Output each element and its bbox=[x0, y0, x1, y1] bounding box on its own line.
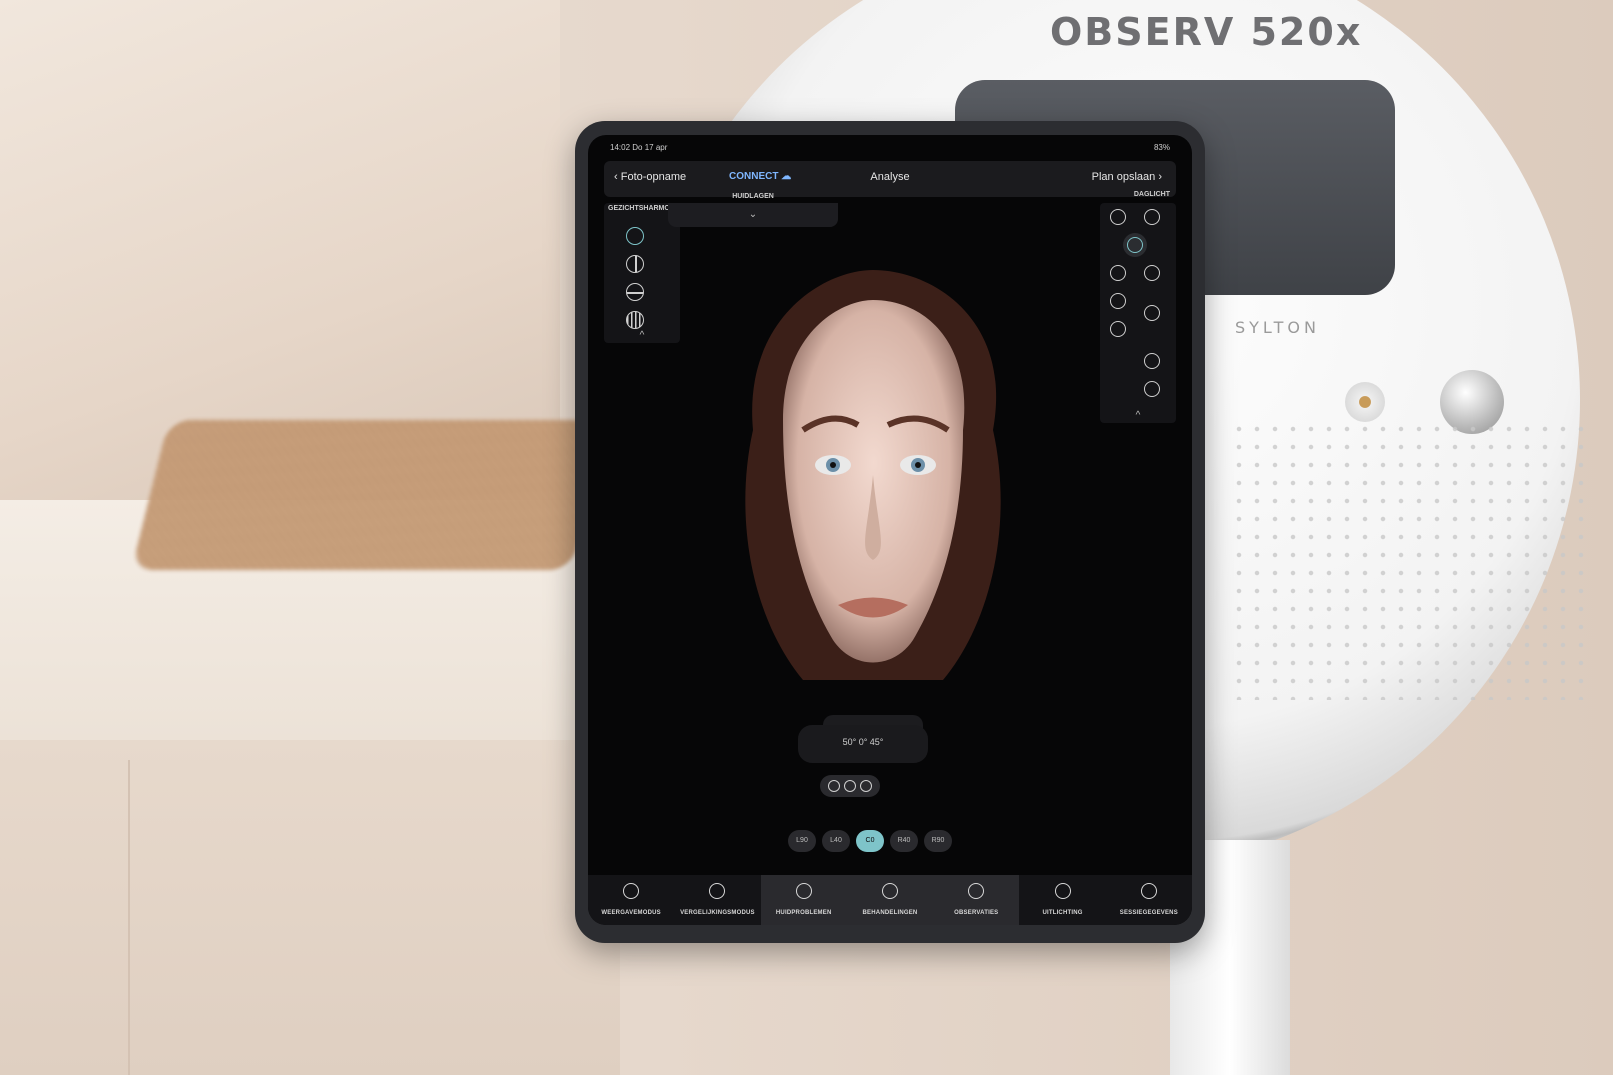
bottom-nav: WEERGAVEMODUS VERGELIJKINGSMODUS HUIDPRO… bbox=[588, 875, 1192, 925]
left-tool-icons bbox=[626, 227, 644, 329]
circle-horizontal-icon[interactable] bbox=[626, 283, 644, 301]
circle-stripes-icon[interactable] bbox=[626, 311, 644, 329]
top-bar: ‹ Foto-opname CONNECT ☁ Analyse Plan ops… bbox=[604, 161, 1176, 197]
tablet-screen: 14:02 Do 17 apr 83% ‹ Foto-opname CONNEC… bbox=[588, 135, 1192, 925]
back-button[interactable]: ‹ Foto-opname bbox=[614, 171, 686, 183]
nav-uitlichting[interactable]: UITLICHTING bbox=[1019, 875, 1105, 925]
status-battery: 83% bbox=[1153, 143, 1170, 152]
light-mode-icon-2[interactable] bbox=[1144, 209, 1160, 225]
nav-weergavemodus[interactable]: WEERGAVEMODUS bbox=[588, 875, 674, 925]
position-l40[interactable]: L40 bbox=[822, 830, 850, 852]
device-speaker-dots bbox=[1230, 420, 1590, 700]
angle-values: 50° 0° 45° bbox=[842, 737, 884, 747]
folded-towel bbox=[131, 420, 609, 570]
position-c0[interactable]: C0 bbox=[856, 830, 884, 852]
angle-selector[interactable]: 50° 0° 45° bbox=[798, 725, 928, 763]
connect-label: CONNECT bbox=[729, 171, 779, 182]
collapse-left-panel-button[interactable]: ^ bbox=[604, 330, 680, 341]
sun-active-icon[interactable] bbox=[1127, 237, 1143, 253]
nav-observaties[interactable]: OBSERVATIES bbox=[933, 875, 1020, 925]
position-selector: L90 L40 C0 R40 R90 bbox=[788, 830, 952, 854]
camera-icon-2[interactable] bbox=[844, 780, 856, 792]
position-r40[interactable]: R40 bbox=[890, 830, 918, 852]
right-panel: DAGLICHT ^ bbox=[1100, 191, 1176, 423]
camera-icon-3[interactable] bbox=[860, 780, 872, 792]
treatments-icon bbox=[881, 883, 898, 899]
left-panel: GEZICHTSHARMONIE ^ bbox=[604, 203, 682, 343]
face-photo bbox=[693, 260, 1043, 740]
nav-huidproblemen[interactable]: HUIDPROBLEMEN bbox=[760, 875, 847, 925]
nav-vergelijkingsmodus[interactable]: VERGELIJKINGSMODUS bbox=[674, 875, 760, 925]
status-time: 14:02 Do 17 apr bbox=[610, 143, 668, 152]
cloud-icon: ☁ bbox=[781, 171, 792, 182]
session-data-icon bbox=[1140, 883, 1157, 899]
save-plan-button[interactable]: Plan opslaan › bbox=[1092, 171, 1162, 183]
device-brand: OBSERV 520x bbox=[1050, 10, 1363, 54]
light-mode-icon-6[interactable] bbox=[1144, 305, 1160, 321]
light-mode-icon-5[interactable] bbox=[1110, 293, 1126, 309]
light-mode-icon-8[interactable] bbox=[1144, 353, 1160, 369]
cabinet-divider bbox=[128, 760, 130, 1075]
connect-button[interactable]: CONNECT ☁ bbox=[729, 171, 791, 182]
page-title: Analyse bbox=[870, 171, 910, 183]
chevron-down-icon: ⌄ bbox=[748, 209, 758, 220]
position-l90[interactable]: L90 bbox=[788, 830, 816, 852]
cabinet bbox=[0, 740, 620, 1075]
right-panel-label: DAGLICHT bbox=[1133, 191, 1170, 198]
collapse-right-panel-button[interactable]: ^ bbox=[1100, 410, 1176, 421]
status-bar: 14:02 Do 17 apr 83% bbox=[610, 143, 1170, 157]
light-mode-icon-3[interactable] bbox=[1110, 265, 1126, 281]
chevron-right-icon: › bbox=[1158, 171, 1162, 183]
light-mode-icon-4[interactable] bbox=[1144, 265, 1160, 281]
light-mode-icon-1[interactable] bbox=[1110, 209, 1126, 225]
save-label: Plan opslaan bbox=[1091, 171, 1156, 183]
compare-icon bbox=[709, 883, 726, 899]
lighting-icon bbox=[1054, 883, 1071, 899]
camera-icon-1[interactable] bbox=[828, 780, 840, 792]
nav-behandelingen[interactable]: BEHANDELINGEN bbox=[846, 875, 934, 925]
camera-toggle-group bbox=[820, 775, 880, 797]
light-mode-icon-9[interactable] bbox=[1144, 381, 1160, 397]
back-label: Foto-opname bbox=[620, 171, 687, 183]
observations-icon bbox=[968, 883, 985, 899]
center-panel[interactable]: HUIDLAGEN ⌄ bbox=[668, 193, 838, 227]
view-mode-icon bbox=[623, 883, 640, 899]
chevron-left-icon: ‹ bbox=[614, 171, 621, 183]
position-r90[interactable]: R90 bbox=[924, 830, 952, 852]
circle-vertical-icon[interactable] bbox=[626, 255, 644, 273]
circle-outline-icon[interactable] bbox=[626, 227, 644, 245]
device-sub-brand: SYLTON bbox=[1235, 318, 1320, 337]
skin-problems-icon bbox=[795, 883, 812, 899]
nav-sessiegegevens[interactable]: SESSIEGEGEVENS bbox=[1106, 875, 1192, 925]
center-panel-label: HUIDLAGEN bbox=[732, 193, 774, 200]
device-toggle bbox=[1345, 382, 1385, 422]
light-mode-icon-7[interactable] bbox=[1110, 321, 1126, 337]
